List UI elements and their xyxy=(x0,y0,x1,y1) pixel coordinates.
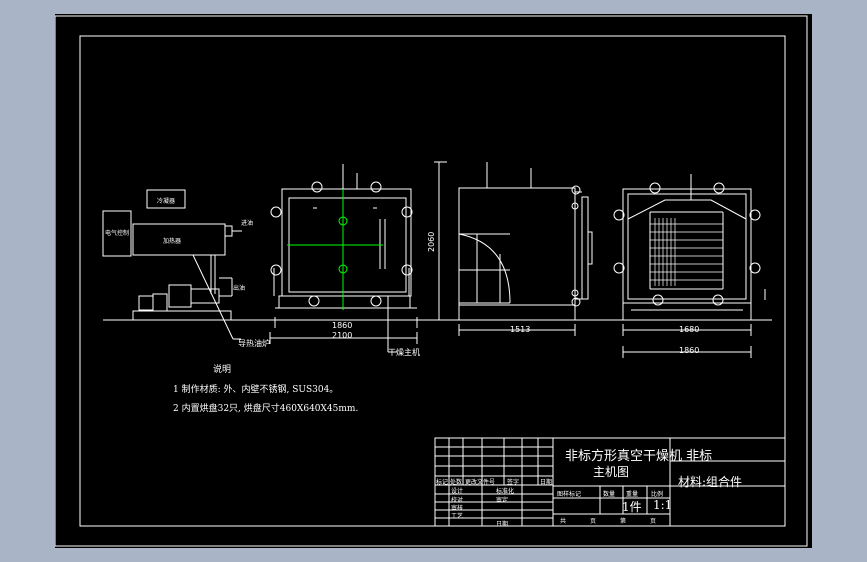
side-view-bolts xyxy=(571,185,581,307)
front-dim-outer: 2100 xyxy=(332,331,353,340)
note-item-2: 2 内置烘盘32只, 烘盘尺寸460X640X45mm. xyxy=(173,404,359,414)
cad-viewport[interactable]: 非标方形真空干燥机 非标 主机图 材料:组合件 1件 1:1 图样标记 数量 重… xyxy=(55,14,812,548)
tb-role-value: 审定 xyxy=(496,497,509,504)
front-label-dryer: 干燥主机 xyxy=(388,348,420,357)
label-cabinet: 电气控制 xyxy=(105,230,130,237)
front-view-centerlines xyxy=(287,164,383,310)
note-item-1: 1 制作材质: 外、内壁不锈钢, SUS304。 xyxy=(173,385,339,395)
side-dim-height: 2060 xyxy=(427,231,436,252)
front-view-bolts xyxy=(270,181,413,307)
drawing-title: 非标方形真空干燥机 非标 xyxy=(565,449,713,464)
drawing-subtitle: 主机图 xyxy=(593,465,630,479)
rear-dim-inner: 1680 xyxy=(679,325,700,334)
tb-header-label: 重量 xyxy=(626,491,639,498)
front-dim-inner: 1860 xyxy=(332,321,353,330)
label-inlet: 进油 xyxy=(241,220,254,227)
label-condenser: 冷凝器 xyxy=(157,198,176,205)
tb-revision-label: 处数 xyxy=(450,479,463,486)
drawing-sheet xyxy=(55,15,808,547)
tb-header-label: 比例 xyxy=(651,491,664,498)
tb-revision-label: 日期 xyxy=(540,479,553,486)
tb-sheet-label: 第 xyxy=(620,518,627,525)
rear-view-trays xyxy=(650,218,723,286)
quantity-value: 1件 xyxy=(622,500,642,514)
rear-dim-outer: 1860 xyxy=(679,346,700,355)
tb-sheet-label: 页 xyxy=(590,518,597,525)
notes-heading: 说明 xyxy=(213,365,232,375)
tb-revision-label: 更改文件号 xyxy=(465,479,496,486)
tb-revision-label: 标记 xyxy=(436,479,449,486)
tb-revision-label: 签字 xyxy=(507,479,520,486)
tb-role-label: 工艺 xyxy=(451,513,464,520)
side-dim-width: 1513 xyxy=(510,325,531,334)
material-label: 材料:组合件 xyxy=(678,475,743,489)
tb-role-value: 标准化 xyxy=(496,488,515,495)
side-view-chamber xyxy=(434,161,593,336)
tb-header-label: 图样标记 xyxy=(557,491,582,498)
tb-role-label: 设计 xyxy=(451,488,464,495)
tb-sheet-label: 共 xyxy=(560,518,567,525)
heater-unit xyxy=(102,189,242,340)
label-outlet: 出油 xyxy=(233,285,246,292)
tb-sheet-label: 页 xyxy=(650,518,657,525)
rear-view-bolts xyxy=(613,182,761,306)
scale-value: 1:1 xyxy=(653,498,673,512)
tb-role-value: 日期 xyxy=(496,521,509,528)
front-view-pipes xyxy=(313,164,377,209)
outer-frame xyxy=(55,15,808,547)
tb-header-label: 数量 xyxy=(603,491,616,498)
label-heater: 加热器 xyxy=(163,238,182,245)
label-pump: 导热油炉 xyxy=(238,339,270,348)
